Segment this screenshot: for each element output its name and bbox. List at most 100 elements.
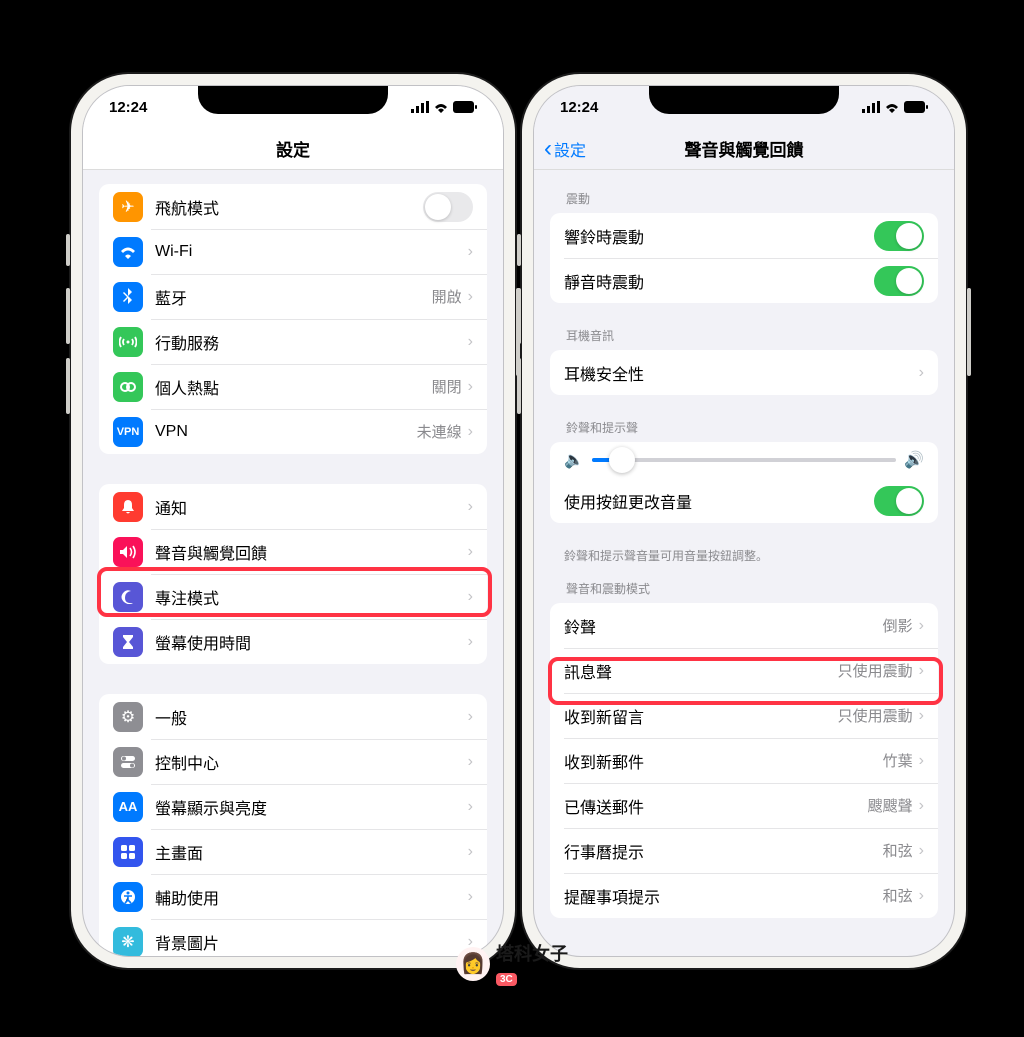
row-label: 聲音與觸覺回饋 <box>155 540 468 564</box>
sounds-content: 震動 響鈴時震動 靜音時震動 耳機音訊 耳機安全性 › 鈴聲和提示聲 <box>534 170 954 956</box>
moon-icon <box>113 582 143 612</box>
row-wallpaper[interactable]: ❋ 背景圖片 › <box>99 919 487 956</box>
toggle[interactable] <box>874 221 924 251</box>
aa-icon: AA <box>113 792 143 822</box>
row-label: 行事曆提示 <box>564 839 883 863</box>
row-accessibility[interactable]: 輔助使用 › <box>99 874 487 919</box>
section-headphone: 耳機音訊 <box>534 321 954 350</box>
battery-icon <box>453 101 477 113</box>
row-label: 輔助使用 <box>155 885 468 909</box>
speaker-high-icon: 🔊 <box>904 450 924 470</box>
status-time: 12:24 <box>560 99 598 116</box>
row-new-mail[interactable]: 收到新郵件 竹葉 › <box>550 738 938 783</box>
group-ringer: 🔈 🔊 使用按鈕更改音量 <box>550 442 938 523</box>
section-patterns: 聲音和震動模式 <box>534 574 954 603</box>
row-value: 開啟 <box>432 286 462 307</box>
row-label: 主畫面 <box>155 840 468 864</box>
volume-slider-row: 🔈 🔊 <box>550 442 938 478</box>
phone-right: 12:24 ‹ 設定 聲音與觸覺回饋 震動 響鈴時震動 靜音時 <box>522 74 966 968</box>
row-vpn[interactable]: VPN VPN 未連線 › <box>99 409 487 454</box>
status-time: 12:24 <box>109 99 147 116</box>
row-label: Wi-Fi <box>155 243 462 261</box>
bell-icon <box>113 492 143 522</box>
row-label: 控制中心 <box>155 750 468 774</box>
row-bluetooth[interactable]: 藍牙 開啟 › <box>99 274 487 319</box>
row-value: 只使用震動 <box>838 660 913 681</box>
row-ring-vibrate[interactable]: 響鈴時震動 <box>550 213 938 258</box>
row-headphone-safety[interactable]: 耳機安全性 › <box>550 350 938 395</box>
row-ringtone[interactable]: 鈴聲 倒影 › <box>550 603 938 648</box>
row-home[interactable]: 主畫面 › <box>99 829 487 874</box>
toggle[interactable] <box>874 266 924 296</box>
row-control-center[interactable]: 控制中心 › <box>99 739 487 784</box>
notch <box>198 86 388 114</box>
row-label: 靜音時震動 <box>564 269 874 293</box>
row-label: 背景圖片 <box>155 930 468 954</box>
row-label: 藍牙 <box>155 285 432 309</box>
row-label: 收到新留言 <box>564 704 838 728</box>
toggle-airplane[interactable] <box>423 192 473 222</box>
group-headphone: 耳機安全性 › <box>550 350 938 395</box>
chevron-right-icon: › <box>468 708 473 726</box>
chevron-right-icon: › <box>468 498 473 516</box>
chevron-right-icon: › <box>468 588 473 606</box>
row-general[interactable]: ⚙ 一般 › <box>99 694 487 739</box>
row-label: 耳機安全性 <box>564 361 919 385</box>
row-display[interactable]: AA 螢幕顯示與亮度 › <box>99 784 487 829</box>
row-cellular[interactable]: 行動服務 › <box>99 319 487 364</box>
row-silent-vibrate[interactable]: 靜音時震動 <box>550 258 938 303</box>
row-sounds[interactable]: 聲音與觸覺回饋 › <box>99 529 487 574</box>
watermark: 👩 塔科女子 3C <box>456 940 568 987</box>
row-value: 未連線 <box>417 421 462 442</box>
chevron-right-icon: › <box>468 543 473 561</box>
back-button[interactable]: ‹ 設定 <box>544 137 586 161</box>
chevron-right-icon: › <box>468 843 473 861</box>
row-value: 只使用震動 <box>838 705 913 726</box>
row-label: 鈴聲 <box>564 614 883 638</box>
signal-icon <box>862 101 880 113</box>
battery-icon <box>904 101 928 113</box>
chevron-right-icon: › <box>919 617 924 635</box>
page-title: 聲音與觸覺回饋 <box>685 136 804 161</box>
group-patterns: 鈴聲 倒影 › 訊息聲 只使用震動 › 收到新留言 只使用震動 › 收到新郵件 … <box>550 603 938 918</box>
settings-content: ✈ 飛航模式 Wi-Fi › 藍牙 開啟 › <box>83 170 503 956</box>
row-calendar[interactable]: 行事曆提示 和弦 › <box>550 828 938 873</box>
row-voicemail[interactable]: 收到新留言 只使用震動 › <box>550 693 938 738</box>
row-airplane[interactable]: ✈ 飛航模式 <box>99 184 487 229</box>
hourglass-icon <box>113 627 143 657</box>
watermark-avatar: 👩 <box>456 947 490 981</box>
gear-icon: ⚙ <box>113 702 143 732</box>
wallpaper-icon: ❋ <box>113 927 143 957</box>
row-hotspot[interactable]: 個人熱點 關閉 › <box>99 364 487 409</box>
row-screentime[interactable]: 螢幕使用時間 › <box>99 619 487 664</box>
notch <box>649 86 839 114</box>
toggle[interactable] <box>874 486 924 516</box>
row-wifi[interactable]: Wi-Fi › <box>99 229 487 274</box>
row-value: 竹葉 <box>883 750 913 771</box>
row-sent-mail[interactable]: 已傳送郵件 颼颼聲 › <box>550 783 938 828</box>
row-label: 個人熱點 <box>155 375 432 399</box>
row-value: 關閉 <box>432 376 462 397</box>
row-label: 提醒事項提示 <box>564 884 883 908</box>
chevron-right-icon: › <box>468 888 473 906</box>
chevron-right-icon: › <box>919 887 924 905</box>
access-icon <box>113 882 143 912</box>
volume-slider[interactable] <box>592 458 896 462</box>
wifi-icon <box>113 237 143 267</box>
chevron-right-icon: › <box>468 633 473 651</box>
row-focus[interactable]: 專注模式 › <box>99 574 487 619</box>
row-change-with-buttons[interactable]: 使用按鈕更改音量 <box>550 478 938 523</box>
speaker-low-icon: 🔈 <box>564 450 584 470</box>
wifi-icon <box>433 101 449 113</box>
row-reminder[interactable]: 提醒事項提示 和弦 › <box>550 873 938 918</box>
row-label: 專注模式 <box>155 585 468 609</box>
group-vibrate: 響鈴時震動 靜音時震動 <box>550 213 938 303</box>
page-title: 設定 <box>276 136 310 161</box>
row-value: 和弦 <box>883 885 913 906</box>
row-text-tone[interactable]: 訊息聲 只使用震動 › <box>550 648 938 693</box>
grid-icon <box>113 837 143 867</box>
wifi-icon <box>884 101 900 113</box>
row-label: 行動服務 <box>155 330 468 354</box>
row-notifications[interactable]: 通知 › <box>99 484 487 529</box>
hotspot-icon <box>113 372 143 402</box>
